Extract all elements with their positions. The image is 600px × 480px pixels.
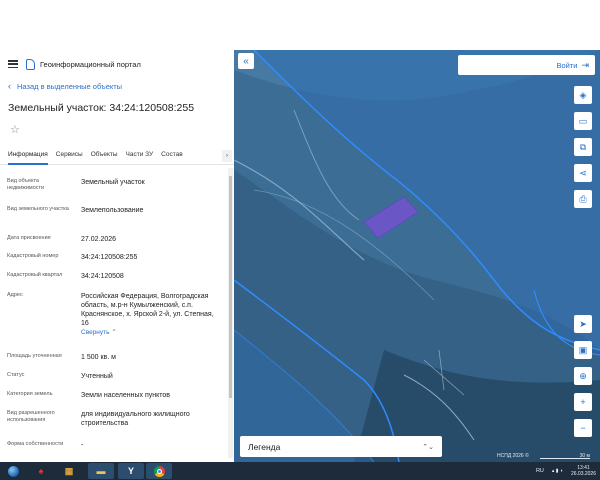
chevron-updown-icon: ⌃⌄ [422,443,434,451]
solitaire-icon[interactable]: ♠ [28,463,54,479]
tab-parts[interactable]: Части ЗУ [126,147,154,165]
property-value: Российская Федерация, Волгоградская обла… [81,292,223,337]
property-value: 34:24:120508:255 [81,254,138,261]
zoom-area-icon[interactable]: ⊕ [574,367,592,385]
map-canvas [234,50,600,462]
yandex-icon[interactable]: Y [118,463,144,479]
property-key: Кадастровый квартал [7,272,63,278]
chrome-logo [153,465,165,477]
share-icon[interactable]: ⋖ [574,164,592,182]
map-copyright: НСПД 2026 © [497,453,529,459]
property-value: - [81,442,84,449]
tab-services[interactable]: Сервисы [56,147,83,165]
print-area-icon[interactable]: ⧉ [574,138,592,156]
property-value: Земельный участок [81,179,145,186]
login-button[interactable]: Войти ⇥ [458,55,595,75]
property-value: Учтенный [81,373,113,380]
collapse-link[interactable]: Свернуть ⌃ [81,328,223,337]
property-value: для индивидуального жилищного строительс… [81,411,190,427]
system-tray: RU ▴ ▮ ◖ 13:41 26.03.2026 [536,462,596,480]
login-icon: ⇥ [581,59,589,70]
print-icon[interactable]: ⎙ [574,190,592,208]
zoom-out-icon[interactable]: − [574,419,592,437]
layers-icon[interactable]: ◈ [574,86,592,104]
property-key: Вид разрешенного использования [7,410,55,423]
star-icon[interactable]: ☆ [10,123,20,136]
back-link-label: Назад в выделенные объекты [17,82,123,91]
property-key: Дата присвоения [7,235,51,241]
chevron-up-icon: ⌃ [111,329,117,336]
property-value: Земли населенных пунктов [81,392,171,399]
ruler-icon[interactable]: ▭ [574,112,592,130]
property-key: Категория земель [7,391,53,397]
map-view[interactable] [234,50,600,462]
property-key: Форма собственности [7,441,64,447]
locate-icon[interactable]: ➤ [574,315,592,333]
legend-select[interactable]: Легенда ⌃⌄ [240,436,442,457]
tab-composition[interactable]: Состав [161,147,183,165]
clock[interactable]: 13:41 26.03.2026 [571,465,596,477]
map-scale: 30 м [540,453,590,459]
panel-scrollbar[interactable] [228,168,233,458]
property-key: Адрес [7,292,23,298]
property-value: 1 500 кв. м [81,354,116,361]
portal-logo-icon [26,58,35,70]
top-band [0,0,600,50]
page-title: Земельный участок: 34:24:120508:255 [8,102,195,114]
collapse-link-label: Свернуть [81,329,110,336]
back-link[interactable]: ‹ Назад в выделенные объекты [8,81,123,92]
property-value: 27.02.2026 [81,236,117,243]
chevron-right-icon[interactable]: › [222,150,232,162]
property-key: Вид земельного участка [7,206,69,212]
property-key: Площадь уточненная [7,353,62,359]
tab-info[interactable]: Информация [8,147,48,165]
tab-objects[interactable]: Объекты [91,147,118,165]
chrome-icon[interactable] [146,463,172,479]
clock-date: 26.03.2026 [570,471,596,477]
archive-icon[interactable]: ▦ [56,463,82,479]
property-value: 34:24:120508 [81,273,124,280]
collapse-panel-button[interactable]: « [238,53,254,69]
scrollbar-thumb[interactable] [229,176,232,398]
start-button[interactable] [2,463,24,479]
legend-label: Легенда [248,441,281,452]
property-value: Землепользование [81,207,144,214]
property-key: Статус [7,372,25,378]
address-text: Российская Федерация, Волгоградская обла… [81,293,214,327]
zoom-in-icon[interactable]: + [574,393,592,411]
menu-icon[interactable] [8,60,18,68]
taskbar: ♠ ▦ ▬ Y RU ▴ ▮ ◖ 13:41 26.03.2026 [0,462,600,480]
tray-icons[interactable]: ▴ ▮ ◖ [552,468,563,474]
panel-header: Геоинформационный портал [8,56,141,72]
chevron-left-icon: ‹ [8,81,11,91]
tabs-bar: Информация Сервисы Объекты Части ЗУ Сост… [0,147,234,165]
map-type-icon[interactable]: ▣ [574,341,592,359]
windows-icon [6,464,20,478]
property-key: Кадастровый номер [7,253,59,259]
login-label: Войти [556,60,578,70]
info-panel: Геоинформационный портал ‹ Назад в выдел… [0,50,234,462]
property-key: Вид объекта недвижимости [7,178,45,191]
language-indicator[interactable]: RU [536,468,544,474]
folder-icon[interactable]: ▬ [88,463,114,479]
portal-title: Геоинформационный портал [40,59,141,69]
